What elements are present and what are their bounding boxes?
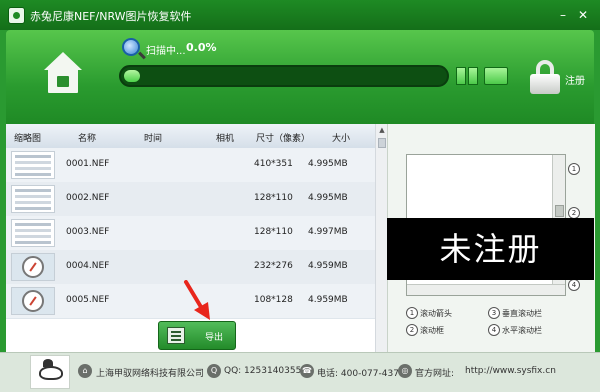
title-bar: 赤兔尼康NEF/NRW图片恢复软件 – ✕ — [0, 0, 600, 30]
footer: ⌂ 上海甲驭网络科技有限公司 Q QQ: 1253140355 ☎ 电话: 40… — [0, 352, 600, 392]
table-row[interactable]: 0001.NEF 410*351 4.995MB — [6, 148, 375, 183]
qq-number: QQ: 1253140355 — [224, 366, 302, 376]
scan-status-label: 扫描中... — [146, 46, 186, 57]
file-size: 4.959MB — [308, 295, 348, 305]
file-name: 0005.NEF — [66, 295, 110, 305]
callout-number: 1 — [568, 163, 580, 175]
toolbar: 扫描中... 0.0% 注册 — [6, 30, 594, 124]
scroll-thumb[interactable] — [378, 138, 386, 148]
register-label[interactable]: 注册 — [565, 72, 585, 87]
file-name: 0001.NEF — [66, 159, 110, 169]
legend-text: 滚动框 — [420, 326, 444, 335]
column-header-size[interactable]: 大小 — [332, 131, 350, 144]
file-dimensions: 232*276 — [254, 261, 293, 271]
legend-number: 3 — [488, 307, 500, 319]
file-name: 0003.NEF — [66, 227, 110, 237]
file-size: 4.959MB — [308, 261, 348, 271]
thumbnail — [11, 287, 55, 315]
export-icon — [167, 327, 185, 344]
home-icon: ⌂ — [78, 364, 92, 378]
scan-percent: 0.0% — [186, 41, 217, 54]
home-button[interactable] — [40, 52, 86, 98]
thumbnail — [11, 219, 55, 247]
column-header-dimensions[interactable]: 尺寸（像素） — [256, 131, 310, 144]
globe-icon: ◎ — [398, 364, 412, 378]
column-header-thumbnail[interactable]: 缩略图 — [14, 131, 41, 144]
thumbnail — [11, 185, 55, 213]
file-size: 4.995MB — [308, 193, 348, 203]
scan-progress-bar — [119, 65, 449, 87]
company-logo — [30, 355, 70, 389]
unregistered-watermark: 未注册 — [387, 218, 594, 280]
app-window: 赤兔尼康NEF/NRW图片恢复软件 – ✕ 扫描中... 0.0% 注册 缩略图… — [0, 0, 600, 392]
minimize-button[interactable]: – — [556, 8, 570, 22]
legend-text: 滚动箭头 — [420, 309, 452, 318]
legend-text: 垂直滚动栏 — [502, 309, 542, 318]
table-row[interactable]: 0002.NEF 128*110 4.995MB — [6, 182, 375, 217]
file-name: 0002.NEF — [66, 193, 110, 203]
progress-segment — [456, 67, 466, 85]
file-name: 0004.NEF — [66, 261, 110, 271]
window-title: 赤兔尼康NEF/NRW图片恢复软件 — [30, 10, 192, 23]
qq-icon: Q — [207, 364, 221, 378]
progress-segment — [484, 67, 508, 85]
table-row[interactable]: 0003.NEF 128*110 4.997MB — [6, 216, 375, 251]
callout-number: 4 — [568, 279, 580, 291]
column-header-time[interactable]: 时间 — [144, 131, 162, 144]
file-dimensions: 128*110 — [254, 193, 293, 203]
table-header: 缩略图 名称 时间 相机 尺寸（像素） 大小 — [6, 124, 375, 149]
close-button[interactable]: ✕ — [576, 8, 590, 22]
thumbnail — [11, 151, 55, 179]
phone-number: 电话: 400-077-4377 — [317, 369, 405, 379]
export-button[interactable]: 导出 — [158, 321, 236, 350]
home-icon — [44, 52, 82, 70]
file-size: 4.995MB — [308, 159, 348, 169]
progress-segment — [468, 67, 478, 85]
file-dimensions: 128*110 — [254, 227, 293, 237]
website-link[interactable]: http://www.sysfix.cn — [465, 366, 556, 376]
thumbnail — [11, 253, 55, 281]
progress-fill — [124, 70, 140, 82]
column-header-camera[interactable]: 相机 — [216, 131, 234, 144]
red-arrow-icon — [184, 280, 210, 320]
search-icon — [122, 38, 140, 56]
register-button[interactable] — [530, 60, 560, 94]
app-logo-icon — [8, 7, 25, 24]
legend-number: 1 — [406, 307, 418, 319]
legend-text: 水平滚动栏 — [502, 326, 542, 335]
legend-number: 4 — [488, 324, 500, 336]
phone-icon: ☎ — [300, 364, 314, 378]
column-header-name[interactable]: 名称 — [78, 131, 96, 144]
legend-number: 2 — [406, 324, 418, 336]
file-dimensions: 410*351 — [254, 159, 293, 169]
export-label: 导出 — [205, 333, 224, 343]
file-dimensions: 108*128 — [254, 295, 293, 305]
file-size: 4.997MB — [308, 227, 348, 237]
company-name: 上海甲驭网络科技有限公司 — [96, 369, 205, 379]
website-label: 官方网址: — [415, 369, 455, 379]
